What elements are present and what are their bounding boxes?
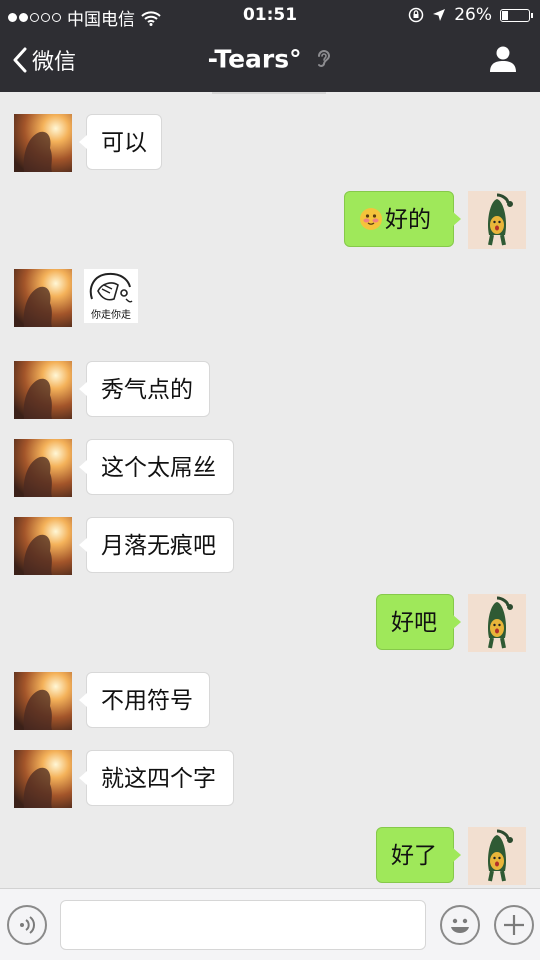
battery-percent: 26% (454, 5, 492, 25)
battery-fill (502, 10, 508, 20)
divider (212, 92, 326, 94)
chat-area[interactable]: 可以好的你走你走秀气点的这个太屌丝月落无痕吧好吧不用符号就这四个字好了 (0, 92, 540, 888)
message-text: 不用符号 (101, 688, 193, 714)
voice-icon (20, 916, 35, 934)
emoji-icon (451, 918, 469, 933)
my-avatar[interactable] (468, 594, 526, 652)
contact-avatar[interactable] (14, 517, 72, 575)
message-text: 月落无痕吧 (101, 533, 216, 559)
plus-icon (504, 915, 524, 935)
message-text: 就这四个字 (101, 766, 216, 792)
emoji-button[interactable] (440, 905, 480, 945)
my-avatar[interactable] (468, 827, 526, 885)
outgoing-message-bubble[interactable]: 好吧 (376, 594, 461, 650)
profile-button[interactable] (488, 45, 518, 77)
incoming-message-bubble[interactable]: 秀气点的 (79, 361, 210, 417)
location-arrow-icon (433, 9, 446, 21)
contact-name: -Tears° (207, 44, 302, 74)
nav-bar: 微信 -Tears° (0, 30, 540, 92)
contact-avatar[interactable] (14, 114, 72, 172)
incoming-message-bubble[interactable]: 可以 (79, 114, 162, 170)
shy-face-emoji-icon (359, 207, 385, 233)
ear-icon (318, 50, 331, 67)
more-button[interactable] (494, 905, 534, 945)
message-text: 这个太屌丝 (101, 455, 216, 481)
status-bar: 中国电信 01:51 26% (0, 0, 540, 30)
message-text: 好吧 (391, 610, 437, 636)
message-input[interactable] (60, 900, 426, 950)
message-text: 好的 (385, 207, 431, 233)
rotation-lock-icon (408, 7, 424, 23)
input-toolbar (0, 888, 540, 960)
contact-avatar[interactable] (14, 439, 72, 497)
message-text: 可以 (101, 130, 147, 156)
my-avatar[interactable] (468, 191, 526, 249)
message-text: 秀气点的 (101, 377, 193, 403)
chat-title: -Tears° (0, 43, 540, 74)
contact-avatar[interactable] (14, 361, 72, 419)
person-icon (490, 46, 516, 72)
incoming-message-bubble[interactable]: 不用符号 (79, 672, 210, 728)
outgoing-message-bubble[interactable]: 好的 (344, 191, 461, 247)
voice-button[interactable] (7, 905, 47, 945)
sticker-caption: 你走你走 (91, 310, 131, 321)
battery-icon (500, 8, 533, 22)
status-right: 26% (408, 5, 533, 25)
contact-avatar[interactable] (14, 269, 72, 327)
incoming-message-bubble[interactable]: 月落无痕吧 (79, 517, 234, 573)
incoming-message-bubble[interactable]: 就这四个字 (79, 750, 234, 806)
contact-avatar[interactable] (14, 672, 72, 730)
sticker-message[interactable]: 你走你走 (84, 269, 138, 323)
contact-avatar[interactable] (14, 750, 72, 808)
incoming-message-bubble[interactable]: 这个太屌丝 (79, 439, 234, 495)
outgoing-message-bubble[interactable]: 好了 (376, 827, 461, 883)
message-text: 好了 (391, 843, 437, 869)
